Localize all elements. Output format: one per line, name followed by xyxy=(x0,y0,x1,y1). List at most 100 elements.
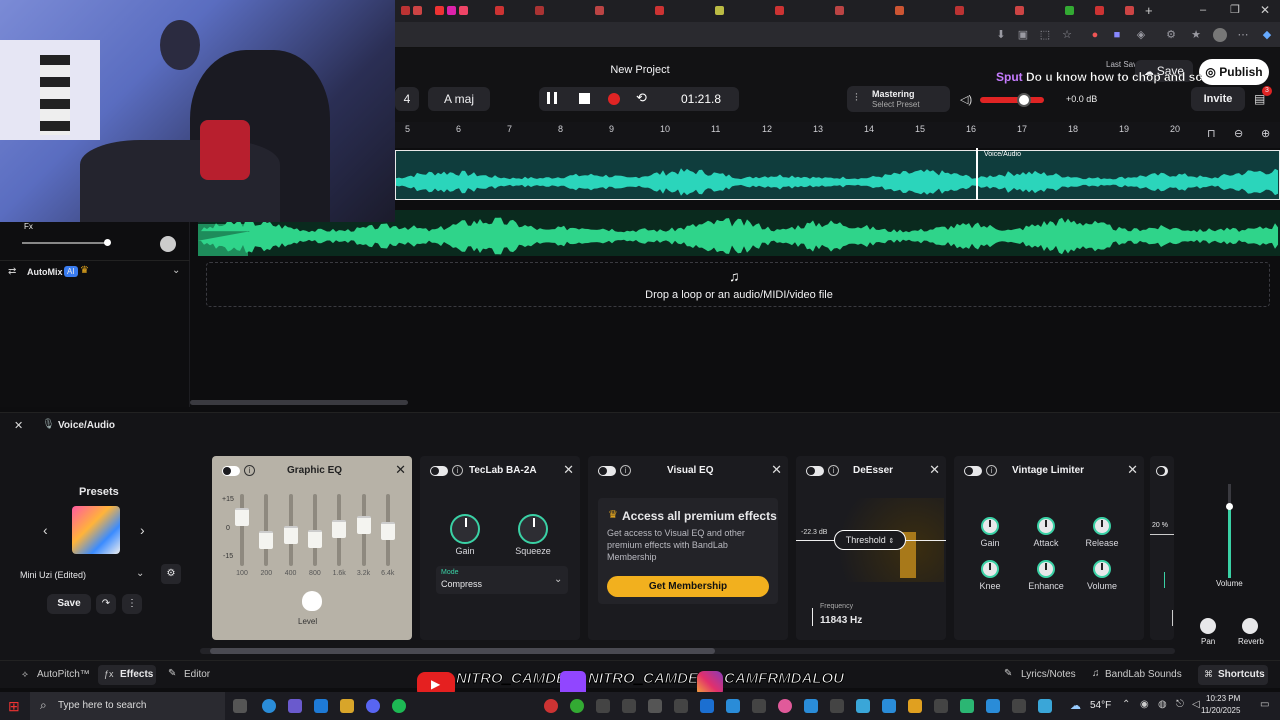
tab-favicon[interactable] xyxy=(1065,6,1074,15)
gain-knob[interactable] xyxy=(981,517,999,535)
effects-tab[interactable]: ƒx Effects xyxy=(98,665,156,685)
app-icon[interactable] xyxy=(778,699,792,713)
edge-icon[interactable] xyxy=(262,699,276,713)
speaker-icon[interactable]: ◁ xyxy=(1192,699,1200,710)
info-icon[interactable]: i xyxy=(244,465,255,476)
tab-favicon[interactable] xyxy=(1125,6,1134,15)
extension-icon[interactable]: ◈ xyxy=(1135,29,1147,41)
app-icon[interactable] xyxy=(986,699,1000,713)
mastering-button[interactable]: ⫶ Mastering Select Preset xyxy=(847,86,950,112)
eq-band-slider[interactable] xyxy=(283,494,298,566)
taskbar-search[interactable]: ⌕ Type here to search xyxy=(30,692,225,720)
close-icon[interactable]: ✕ xyxy=(929,462,940,478)
app-icon[interactable] xyxy=(622,699,636,713)
preset-artwork[interactable] xyxy=(72,506,120,554)
preset-save-button[interactable]: Save xyxy=(47,594,91,614)
windows-start-icon[interactable]: ⊞ xyxy=(8,698,20,715)
app-icon[interactable] xyxy=(882,699,896,713)
track-volume-fader[interactable] xyxy=(1226,484,1233,578)
clock-time[interactable]: 10:23 PM xyxy=(1206,694,1240,703)
shortcuts-button[interactable]: ⌘ Shortcuts xyxy=(1198,665,1268,685)
mode-select[interactable]: Mode Compress ⌄ xyxy=(436,566,568,594)
track-volume-slider[interactable] xyxy=(22,239,111,246)
more-menu-icon[interactable]: ⋯ xyxy=(1237,29,1249,41)
effect-toggle[interactable] xyxy=(430,466,448,476)
ruler-snap-icon[interactable]: ⊓ xyxy=(1207,127,1216,140)
info-icon[interactable]: i xyxy=(828,465,839,476)
pan-knob[interactable] xyxy=(160,236,176,252)
close-icon[interactable]: ✕ xyxy=(771,462,782,478)
extension-icon[interactable]: ● xyxy=(1089,29,1101,41)
tab-favicon[interactable] xyxy=(775,6,784,15)
fader-thumb[interactable] xyxy=(1226,503,1233,510)
new-tab-icon[interactable]: + xyxy=(1145,3,1153,18)
xbox-icon[interactable] xyxy=(570,699,584,713)
app-icon[interactable] xyxy=(1012,699,1026,713)
app-icon[interactable] xyxy=(726,699,740,713)
pause-icon[interactable] xyxy=(547,92,557,104)
eq-band-thumb[interactable] xyxy=(259,531,274,550)
tab-favicon[interactable] xyxy=(1015,6,1024,15)
tray-icon[interactable]: ◉ xyxy=(1140,699,1149,710)
app-icon[interactable] xyxy=(674,699,688,713)
level-knob[interactable] xyxy=(302,591,322,611)
drop-zone[interactable]: ♫ Drop a loop or an audio/MIDI/video fil… xyxy=(206,262,1270,307)
extension-icon[interactable]: ▣ xyxy=(1017,29,1029,41)
app-icon[interactable] xyxy=(596,699,610,713)
copilot-icon[interactable]: ◆ xyxy=(1261,29,1273,41)
effect-toggle[interactable] xyxy=(222,466,240,476)
lyrics-tab[interactable]: Lyrics/Notes xyxy=(1021,669,1076,680)
extension-icon[interactable]: ⬚ xyxy=(1039,29,1051,41)
mail-icon[interactable] xyxy=(314,699,328,713)
close-window-icon[interactable]: ✕ xyxy=(1260,3,1270,17)
spotify-icon[interactable] xyxy=(392,699,406,713)
info-icon[interactable]: i xyxy=(986,465,997,476)
eq-band-thumb[interactable] xyxy=(307,529,322,548)
effect-toggle[interactable] xyxy=(806,466,824,476)
eq-band-thumb[interactable] xyxy=(283,526,298,545)
attack-knob[interactable] xyxy=(1037,517,1055,535)
app-icon[interactable] xyxy=(752,699,766,713)
app-icon[interactable] xyxy=(544,699,558,713)
publish-button[interactable]: ◎ Publish xyxy=(1199,59,1269,85)
speaker-icon[interactable]: ◁) xyxy=(960,93,972,106)
stop-icon[interactable] xyxy=(579,93,590,104)
knee-knob[interactable] xyxy=(981,560,999,578)
record-icon[interactable] xyxy=(608,93,620,105)
close-icon[interactable]: ✕ xyxy=(1127,462,1138,478)
volume-thumb[interactable] xyxy=(1017,93,1031,107)
gain-knob[interactable] xyxy=(450,514,480,544)
profile-avatar[interactable] xyxy=(1213,28,1227,42)
notifications-icon[interactable]: ▭ xyxy=(1260,699,1269,710)
squeeze-knob[interactable] xyxy=(518,514,548,544)
steam-icon[interactable] xyxy=(700,699,714,713)
clock-date[interactable]: 11/20/2025 xyxy=(1201,706,1240,715)
scrollbar-thumb[interactable] xyxy=(210,648,715,654)
threshold-pill[interactable]: Threshold ⇕ xyxy=(834,530,906,550)
eq-band-thumb[interactable] xyxy=(332,520,347,539)
effect-toggle[interactable] xyxy=(598,466,616,476)
task-view-icon[interactable] xyxy=(233,699,247,713)
app-icon[interactable] xyxy=(804,699,818,713)
eq-band-slider[interactable] xyxy=(356,494,371,566)
get-membership-button[interactable]: Get Membership xyxy=(607,576,769,597)
key-selector[interactable]: A maj xyxy=(428,87,490,111)
tab-favicon[interactable] xyxy=(895,6,904,15)
fx-settings-button[interactable]: ⚙ xyxy=(161,564,181,584)
tab-favicon[interactable] xyxy=(535,6,544,15)
tray-icon[interactable]: ◍ xyxy=(1158,699,1167,710)
eq-band-thumb[interactable] xyxy=(235,507,249,526)
extension-icon[interactable]: ⬇ xyxy=(995,29,1007,41)
automix-label[interactable]: AutoMix xyxy=(27,267,63,277)
chevron-right-icon[interactable]: › xyxy=(140,522,145,538)
tab-favicon[interactable] xyxy=(835,6,844,15)
app-icon[interactable] xyxy=(648,699,662,713)
eq-band-slider[interactable] xyxy=(332,494,347,566)
timeline-ruler[interactable]: 5 6 7 8 9 10 11 12 13 14 15 16 17 18 19 20 ⊓ ⊖ ⊕ xyxy=(395,122,1280,148)
eq-band-slider[interactable] xyxy=(259,494,274,566)
close-icon[interactable]: ✕ xyxy=(14,419,23,432)
discord-icon[interactable] xyxy=(366,699,380,713)
folder-icon[interactable] xyxy=(340,699,354,713)
tab-favicon[interactable] xyxy=(413,6,422,15)
eq-band-thumb[interactable] xyxy=(356,515,371,534)
